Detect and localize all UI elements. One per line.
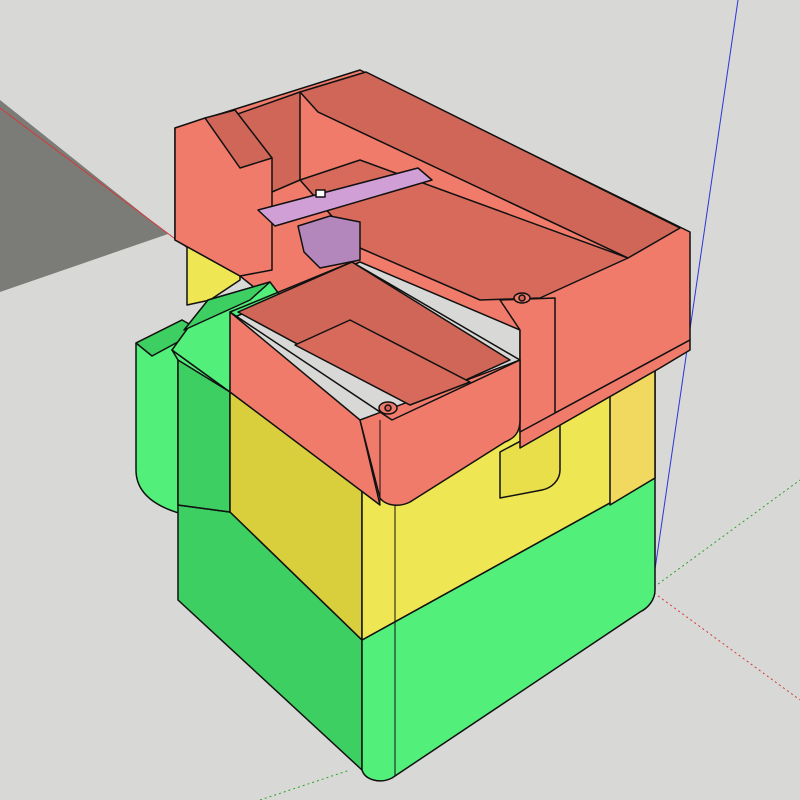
front-bin-screw-dot [384,404,392,412]
top-tier-right-screw-dot [518,294,526,302]
3d-scene-canvas[interactable] [0,0,800,800]
handle-square-hole [315,189,326,198]
modeling-viewport[interactable] [0,0,800,800]
